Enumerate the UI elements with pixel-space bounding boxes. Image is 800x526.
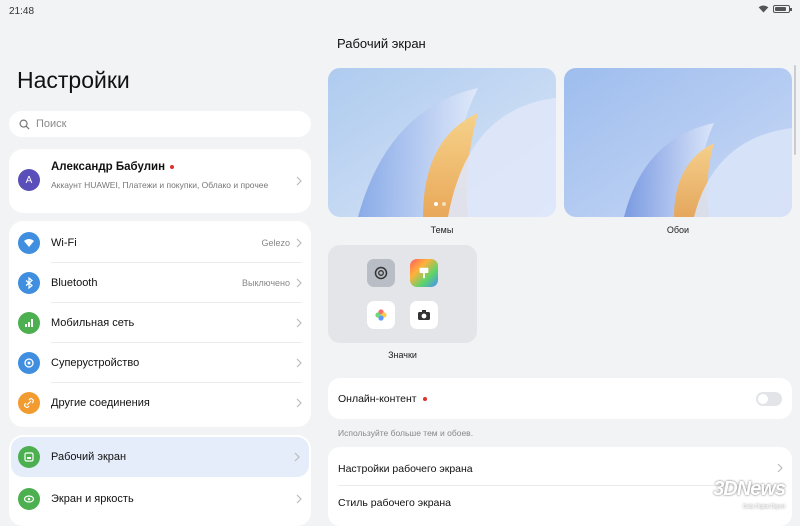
home-screen-icon — [18, 446, 40, 468]
chevron-right-icon — [777, 463, 783, 473]
search-icon — [19, 119, 30, 130]
chevron-right-icon — [296, 398, 302, 408]
super-device-icon — [18, 352, 40, 374]
settings-sidebar: Настройки A Александр Бабулин Аккаунт HU… — [0, 22, 320, 526]
chevron-right-icon — [296, 278, 302, 288]
sidebar-item-wifi[interactable]: Wi-Fi Gelezo — [9, 223, 311, 263]
chevron-right-icon — [296, 494, 302, 504]
cellular-icon — [18, 312, 40, 334]
watermark-text: 3DNews — [713, 478, 786, 500]
account-subtitle: Аккаунт HUAWEI, Платежи и покупки, Облак… — [51, 180, 269, 190]
sidebar-item-value: Gelezo — [261, 238, 290, 248]
chevron-right-icon — [296, 176, 302, 186]
sidebar-item-label: Мобильная сеть — [51, 317, 135, 329]
chevron-right-icon — [296, 318, 302, 328]
online-content-toggle[interactable] — [756, 392, 782, 406]
online-content-label: Онлайн-контент — [338, 393, 427, 405]
account-name: Александр Бабулин — [51, 161, 175, 173]
battery-icon — [773, 5, 792, 13]
avatar: A — [18, 169, 40, 191]
notification-dot — [170, 164, 175, 169]
page-title: Настройки — [17, 67, 130, 93]
display-icon — [18, 488, 40, 510]
wallpaper-image — [564, 68, 792, 217]
watermark-subtext: Daily Digital Digest — [743, 504, 785, 510]
chevron-right-icon — [294, 452, 300, 462]
sidebar-item-other-connections[interactable]: Другие соединения — [9, 383, 311, 423]
search-bar[interactable] — [9, 111, 311, 137]
wifi-status-icon — [758, 5, 769, 13]
sidebar-item-bluetooth[interactable]: Bluetooth Выключено — [9, 263, 311, 303]
bluetooth-icon — [18, 272, 40, 294]
sidebar-item-label: Другие соединения — [51, 397, 150, 409]
pane-title: Рабочий экран — [337, 36, 426, 51]
sidebar-item-label: Wi-Fi — [51, 237, 77, 249]
home-screen-pane: Рабочий экран Темы Обои Значки Онлайн-ко… — [320, 22, 800, 526]
connections-list: Wi-Fi Gelezo Bluetooth Выключено Мобильн… — [9, 221, 311, 427]
search-input[interactable] — [36, 118, 286, 130]
sidebar-item-value: Выключено — [242, 278, 290, 288]
account-card[interactable]: A Александр Бабулин Аккаунт HUAWEI, Плат… — [9, 149, 311, 213]
online-content-hint: Используйте больше тем и обоев. — [338, 428, 474, 438]
sidebar-item-mobile-network[interactable]: Мобильная сеть — [9, 303, 311, 343]
settings-app-icon — [367, 259, 395, 287]
sidebar-item-home-screen[interactable]: Рабочий экран — [11, 437, 309, 477]
status-time: 21:48 — [9, 6, 35, 17]
themes-app-icon — [410, 259, 438, 287]
online-content-text: Онлайн-контент — [338, 393, 417, 405]
wifi-icon — [18, 232, 40, 254]
account-name-text: Александр Бабулин — [51, 161, 166, 173]
chevron-right-icon — [296, 238, 302, 248]
sidebar-item-label: Экран и яркость — [51, 493, 134, 505]
chevron-right-icon — [296, 358, 302, 368]
row-label: Стиль рабочего экрана — [338, 497, 452, 509]
icons-preview[interactable] — [328, 245, 477, 343]
gallery-app-icon — [367, 301, 395, 329]
icons-label: Значки — [388, 350, 417, 360]
sidebar-item-label: Суперустройство — [51, 357, 140, 369]
themes-wallpaper-image — [328, 68, 556, 217]
sidebar-item-display-brightness[interactable]: Экран и яркость — [9, 479, 311, 519]
link-icon — [18, 392, 40, 414]
wallpaper-label: Обои — [666, 225, 690, 235]
sidebar-item-super-device[interactable]: Суперустройство — [9, 343, 311, 383]
themes-label: Темы — [430, 225, 454, 235]
row-label: Настройки рабочего экрана — [338, 463, 473, 475]
sidebar-item-label: Bluetooth — [51, 277, 98, 289]
scrollbar[interactable] — [794, 65, 796, 155]
watermark-logo: 3DNews Daily Digital Digest — [713, 478, 793, 519]
status-icons — [758, 5, 792, 13]
wallpaper-preview[interactable] — [564, 68, 792, 217]
online-content-row[interactable]: Онлайн-контент — [328, 378, 792, 419]
themes-preview[interactable] — [328, 68, 556, 217]
camera-app-icon — [410, 301, 438, 329]
notification-dot — [422, 397, 427, 402]
status-bar: 21:48 — [0, 0, 800, 22]
display-list: Рабочий экран Экран и яркость — [9, 435, 311, 526]
sidebar-item-label: Рабочий экран — [51, 451, 127, 463]
